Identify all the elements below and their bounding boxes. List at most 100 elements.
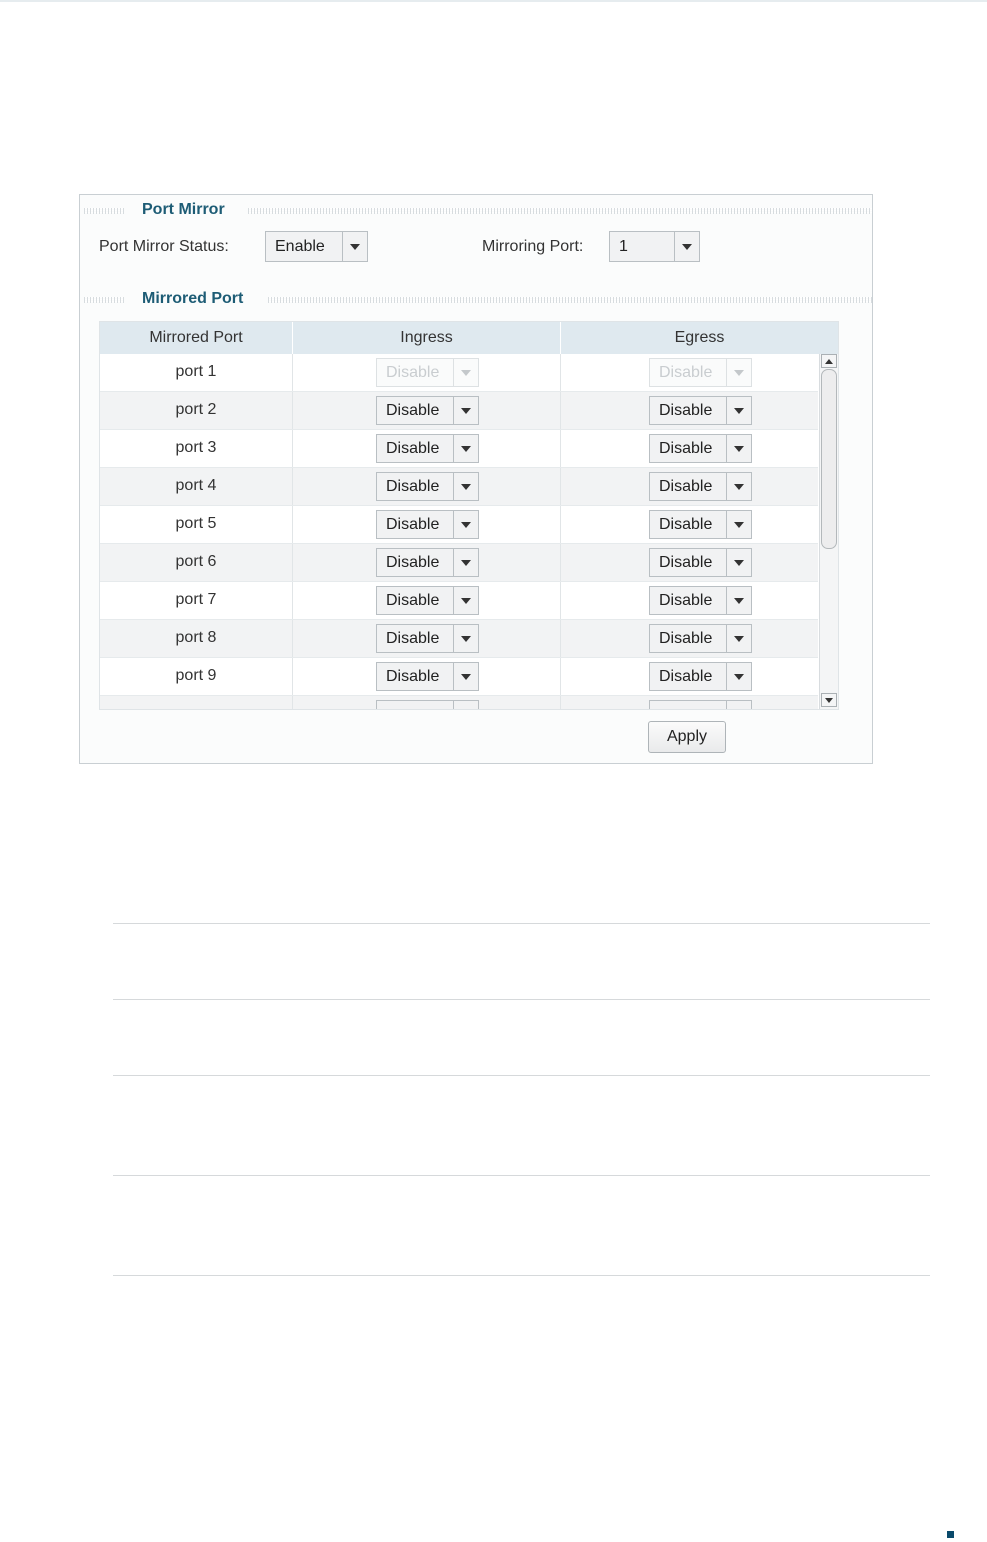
chevron-down-icon: [453, 473, 478, 500]
egress-select[interactable]: Disable: [649, 548, 752, 577]
egress-value: Disable: [659, 364, 713, 381]
port-name-cell: [100, 696, 293, 709]
ingress-value: Disable: [386, 668, 440, 685]
egress-value: Disable: [659, 478, 713, 495]
ingress-value: Disable: [386, 554, 440, 571]
egress-select[interactable]: Disable: [649, 434, 752, 463]
egress-select[interactable]: Disable: [649, 472, 752, 501]
ingress-select[interactable]: Disable: [376, 510, 479, 539]
ingress-value: Disable: [386, 440, 440, 457]
ingress-cell: Disable: [293, 506, 561, 543]
ingress-value: Disable: [386, 630, 440, 647]
section-divider: [84, 297, 124, 303]
chevron-down-icon: [453, 359, 478, 386]
egress-cell: Disable: [561, 468, 818, 505]
ingress-cell: Disable: [293, 468, 561, 505]
mirroring-port-value: 1: [619, 238, 628, 255]
egress-select[interactable]: Disable: [649, 624, 752, 653]
table-row: port 2 Disable Disable: [100, 392, 818, 430]
egress-value: Disable: [659, 516, 713, 533]
ingress-value: Disable: [386, 478, 440, 495]
table-row: port 8 Disable Disable: [100, 620, 818, 658]
port-name-cell: port 2: [100, 392, 293, 429]
mirrored-port-title: Mirrored Port: [142, 290, 244, 307]
port-name-cell: port 7: [100, 582, 293, 619]
chevron-down-icon: [453, 435, 478, 462]
egress-value: Disable: [659, 592, 713, 609]
egress-select[interactable]: Disable: [649, 662, 752, 691]
egress-cell: [561, 696, 818, 709]
table-row: port 1 Disable Disable: [100, 354, 818, 392]
port-mirror-section-header: Port Mirror: [80, 199, 872, 219]
ingress-select[interactable]: Disable: [376, 548, 479, 577]
chevron-down-icon: [453, 663, 478, 690]
egress-value: Disable: [659, 630, 713, 647]
port-name-cell: port 8: [100, 620, 293, 657]
port-name-cell: port 5: [100, 506, 293, 543]
table-header: Mirrored Port Ingress Egress: [100, 322, 838, 354]
port-mirror-panel: Port Mirror Port Mirror Status: Enable M…: [79, 194, 873, 764]
table-body: port 1 Disable Disable port 2 Disable Disable…: [100, 354, 818, 709]
table-row: port 3 Disable Disable: [100, 430, 818, 468]
page-top-rule: [0, 0, 987, 2]
ingress-select[interactable]: [376, 700, 479, 709]
mirrored-port-table: Mirrored Port Ingress Egress port 1 Disab…: [99, 321, 839, 710]
egress-select[interactable]: Disable: [649, 586, 752, 615]
chevron-down-icon: [453, 511, 478, 538]
chevron-down-icon: [726, 397, 751, 424]
port-name-cell: port 1: [100, 354, 293, 391]
ingress-select[interactable]: Disable: [376, 434, 479, 463]
ingress-cell: Disable: [293, 620, 561, 657]
mirroring-port-select[interactable]: 1: [609, 231, 700, 262]
egress-select[interactable]: [649, 700, 752, 709]
ingress-select[interactable]: Disable: [376, 624, 479, 653]
port-mirror-status-select[interactable]: Enable: [265, 231, 368, 262]
page-marker: [947, 1531, 954, 1538]
table-row: port 6 Disable Disable: [100, 544, 818, 582]
egress-select[interactable]: Disable: [649, 396, 752, 425]
table-row: port 4 Disable Disable: [100, 468, 818, 506]
chevron-down-icon: [726, 701, 751, 709]
egress-cell: Disable: [561, 620, 818, 657]
section-divider: [248, 208, 872, 214]
ingress-select[interactable]: Disable: [376, 586, 479, 615]
chevron-down-icon: [726, 663, 751, 690]
chevron-down-icon: [726, 625, 751, 652]
egress-value: Disable: [659, 440, 713, 457]
ingress-cell: Disable: [293, 582, 561, 619]
port-mirror-status-label: Port Mirror Status:: [99, 238, 229, 255]
scroll-down-icon[interactable]: [821, 693, 837, 707]
ingress-select[interactable]: Disable: [376, 472, 479, 501]
chevron-down-icon: [674, 232, 699, 261]
ingress-cell: Disable: [293, 544, 561, 581]
ingress-cell: Disable: [293, 430, 561, 467]
egress-value: Disable: [659, 668, 713, 685]
table-scrollbar[interactable]: [819, 354, 838, 709]
mirroring-port-label: Mirroring Port:: [482, 238, 584, 255]
egress-select[interactable]: Disable: [649, 510, 752, 539]
ingress-cell: [293, 696, 561, 709]
port-name-cell: port 6: [100, 544, 293, 581]
ingress-select[interactable]: Disable: [376, 396, 479, 425]
egress-value: [650, 701, 726, 709]
ingress-cell: Disable: [293, 392, 561, 429]
section-divider: [84, 208, 124, 214]
ingress-value: Disable: [386, 592, 440, 609]
ingress-cell: Disable: [293, 658, 561, 695]
chevron-down-icon: [726, 435, 751, 462]
egress-value: Disable: [659, 402, 713, 419]
table-line: [113, 1075, 930, 1076]
ingress-value: Disable: [386, 516, 440, 533]
egress-cell: Disable: [561, 354, 818, 391]
egress-select: Disable: [649, 358, 752, 387]
ingress-select[interactable]: Disable: [376, 662, 479, 691]
port-mirror-status-value: Enable: [275, 238, 325, 255]
scrollbar-thumb[interactable]: [821, 369, 837, 549]
chevron-down-icon: [726, 587, 751, 614]
ingress-value: [377, 701, 453, 709]
egress-cell: Disable: [561, 430, 818, 467]
scroll-up-icon[interactable]: [821, 354, 837, 368]
apply-button[interactable]: Apply: [648, 721, 726, 753]
table-line: [113, 1275, 930, 1276]
port-name-cell: port 3: [100, 430, 293, 467]
